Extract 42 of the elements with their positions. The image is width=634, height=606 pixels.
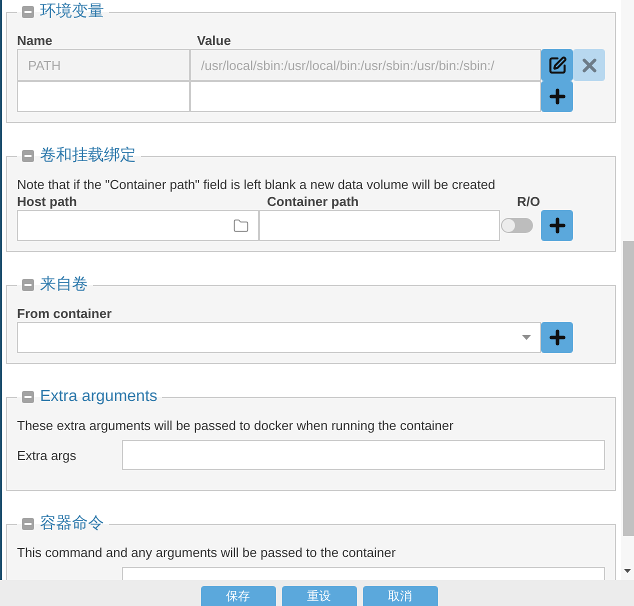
- collapse-icon[interactable]: [22, 391, 34, 403]
- section-title: 容器命令: [40, 514, 104, 534]
- column-label: Host path: [17, 193, 78, 210]
- section-title: 来自卷: [40, 274, 88, 295]
- collapse-icon[interactable]: [22, 518, 34, 530]
- field-label: From container: [17, 305, 113, 322]
- section-title: 卷和挂载绑定: [40, 146, 136, 166]
- collapse-icon[interactable]: [22, 150, 34, 162]
- extra-args-input[interactable]: [122, 440, 605, 470]
- caret-down-icon: [522, 335, 531, 340]
- footer-button[interactable]: 重设: [282, 586, 356, 606]
- column-label: Value: [196, 32, 232, 49]
- plus-icon: [546, 215, 568, 236]
- add-button[interactable]: [541, 210, 573, 241]
- footer-button[interactable]: 保存: [200, 586, 276, 606]
- variable-name-input[interactable]: [17, 81, 190, 112]
- host-path-field[interactable]: [17, 210, 259, 241]
- collapse-icon[interactable]: [22, 279, 34, 291]
- add-button[interactable]: [541, 81, 573, 112]
- volume-note: Note that if the "Container path" field is left blank a new data volume will be created: [17, 176, 496, 193]
- column-label: Container path: [266, 193, 360, 210]
- section-title: 环境变量: [40, 2, 104, 22]
- footer-button[interactable]: 取消: [362, 586, 438, 606]
- scrollbar-thumb[interactable]: [623, 241, 634, 536]
- edit-button[interactable]: [541, 49, 573, 81]
- section-description: These extra arguments will be passed to docker when running the container: [17, 417, 454, 434]
- scrollbar-track[interactable]: [621, 0, 634, 580]
- plus-icon: [546, 86, 568, 107]
- container-path-input[interactable]: [259, 210, 500, 241]
- column-label: Name: [17, 32, 54, 49]
- variable-value-input[interactable]: [190, 81, 541, 112]
- plus-icon: [546, 327, 568, 348]
- section-title: Extra arguments: [40, 387, 158, 407]
- add-button[interactable]: [541, 322, 573, 353]
- collapse-icon[interactable]: [22, 6, 34, 18]
- folder-icon[interactable]: [233, 218, 249, 234]
- column-label: R/O: [516, 193, 541, 210]
- section-description: This command and any arguments will be passed to the container: [17, 544, 397, 561]
- scroll-down-icon[interactable]: [624, 569, 631, 573]
- edit-icon: [548, 56, 566, 74]
- read-only-toggle[interactable]: [501, 218, 533, 233]
- field-label: Extra args: [17, 448, 78, 462]
